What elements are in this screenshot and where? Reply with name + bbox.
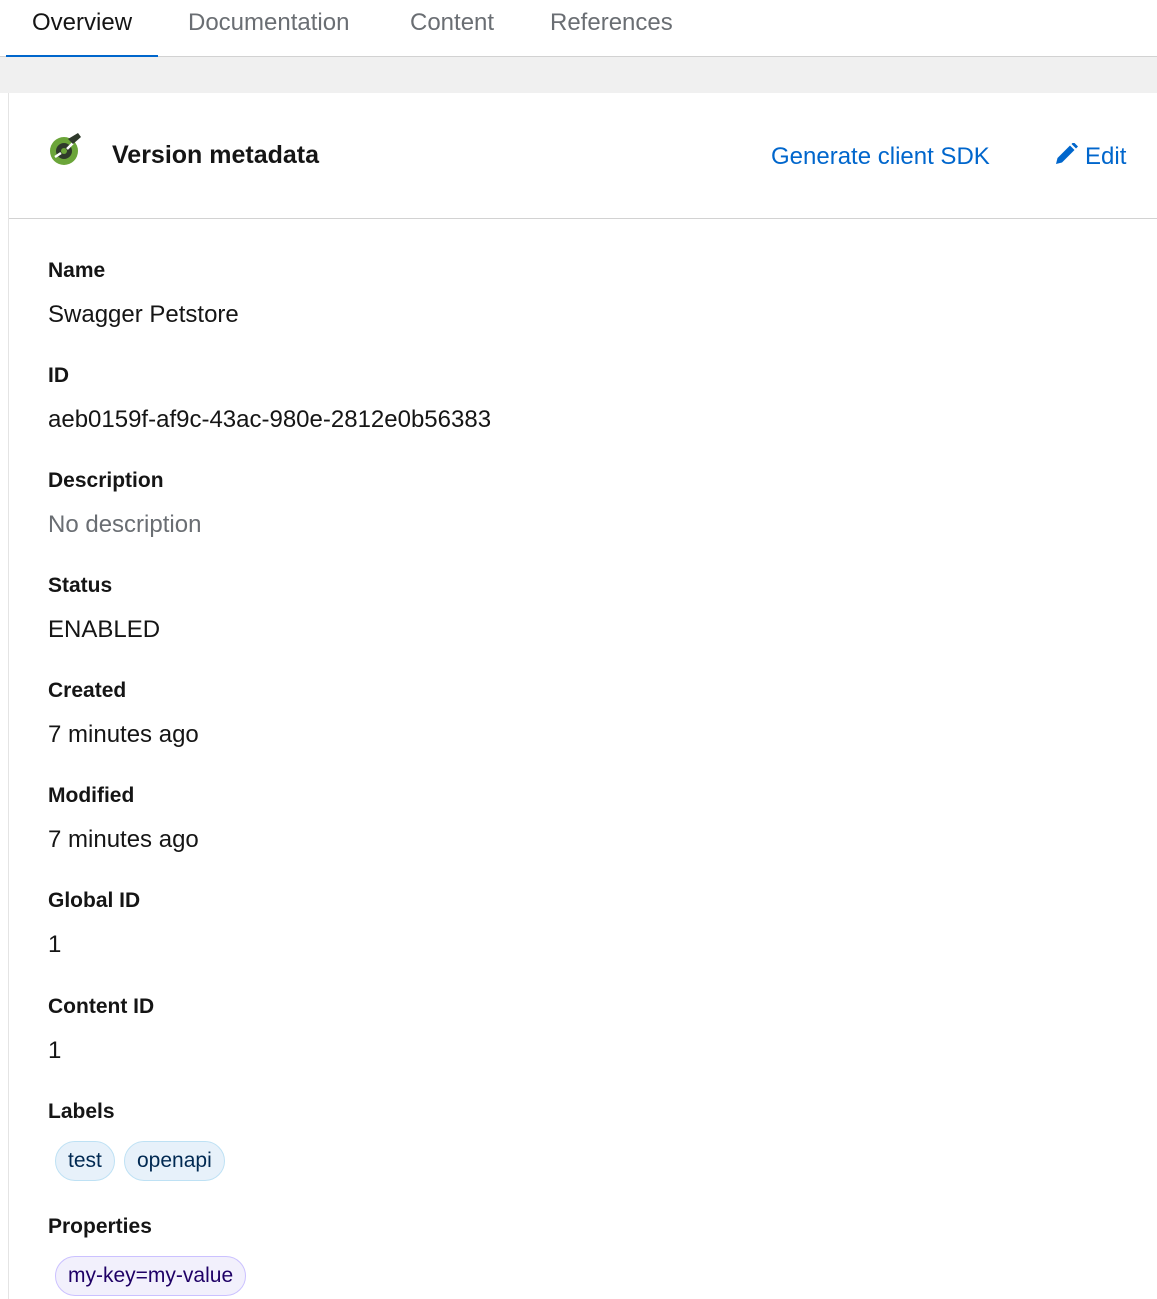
created-value: 7 minutes ago: [48, 721, 199, 748]
edit-button[interactable]: Edit: [1053, 142, 1127, 171]
description-value: No description: [48, 511, 202, 538]
global-id-label: Global ID: [48, 889, 141, 912]
tab-bar: Overview Documentation Content Reference…: [0, 0, 1157, 58]
modified-label: Modified: [48, 784, 135, 807]
openapi-logo-icon: [50, 133, 81, 165]
global-id-value: 1: [48, 931, 62, 958]
generate-client-sdk-link[interactable]: Generate client SDK: [771, 143, 990, 171]
tab-overview[interactable]: Overview: [6, 0, 159, 58]
tab-content[interactable]: Content: [384, 0, 520, 57]
pencil-icon: [1056, 142, 1078, 164]
property-chip: my-key=my-value: [55, 1256, 247, 1296]
name-value: Swagger Petstore: [48, 301, 239, 328]
edit-label: Edit: [1085, 143, 1127, 170]
status-label: Status: [48, 574, 113, 597]
content-id-label: Content ID: [48, 995, 155, 1018]
version-metadata-card: Version metadata Generate client SDK Edi…: [8, 93, 1157, 1299]
label-chip: test: [55, 1141, 115, 1181]
label-chip: openapi: [124, 1141, 225, 1181]
status-value: ENABLED: [48, 616, 161, 643]
card-title: Version metadata: [112, 141, 320, 169]
name-label: Name: [48, 259, 106, 282]
section-divider-band: [0, 57, 1157, 93]
content-id-value: 1: [48, 1037, 62, 1064]
card-header: Version metadata Generate client SDK Edi…: [9, 93, 1157, 219]
tab-references[interactable]: References: [524, 0, 699, 57]
tab-documentation[interactable]: Documentation: [162, 0, 375, 57]
id-label: ID: [48, 364, 69, 387]
description-label: Description: [48, 469, 164, 492]
id-value: aeb0159f-af9c-43ac-980e-2812e0b56383: [48, 406, 492, 433]
modified-value: 7 minutes ago: [48, 826, 199, 853]
labels-label: Labels: [48, 1100, 115, 1123]
created-label: Created: [48, 679, 127, 702]
properties-label: Properties: [48, 1215, 152, 1238]
